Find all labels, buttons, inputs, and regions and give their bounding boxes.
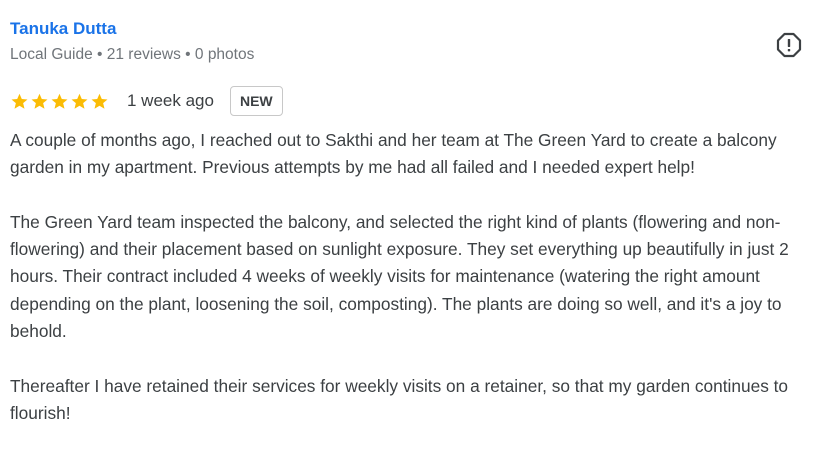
review-card: Tanuka Dutta Local Guide • 21 reviews • … (10, 0, 822, 455)
review-text: A couple of months ago, I reached out to… (10, 127, 822, 427)
review-paragraph: Thereafter I have retained their service… (10, 375, 789, 423)
star-icon (31, 93, 48, 109)
reviewer-meta: Local Guide • 21 reviews • 0 photos (10, 46, 255, 63)
rating-row: 1 week ago NEW (10, 84, 283, 118)
star-icon (51, 93, 68, 109)
star-icon (71, 93, 88, 109)
reviewer-name-link[interactable]: Tanuka Dutta (10, 19, 116, 39)
new-badge: NEW (229, 86, 283, 116)
star-icon (11, 93, 28, 109)
star-icon (91, 93, 108, 109)
report-review-button[interactable] (776, 32, 802, 58)
report-flag-icon (776, 32, 802, 58)
star-rating (10, 92, 109, 111)
review-paragraph: The Green Yard team inspected the balcon… (10, 211, 789, 342)
review-paragraph: A couple of months ago, I reached out to… (10, 130, 777, 178)
review-date: 1 week ago (127, 91, 214, 110)
